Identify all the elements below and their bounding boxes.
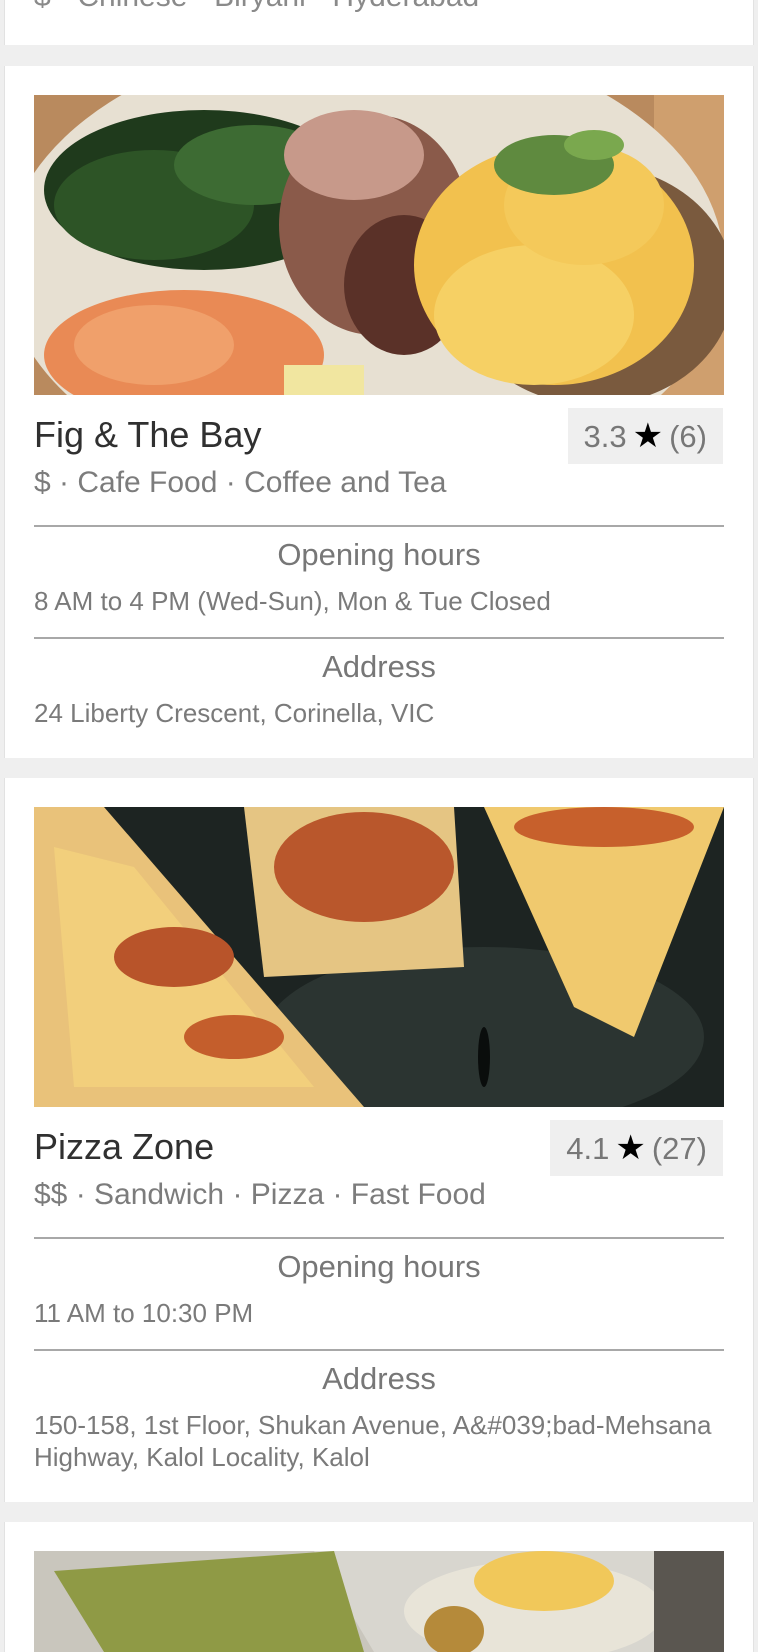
- breakfast-plate-photo[interactable]: [34, 95, 724, 395]
- restaurant-card[interactable]: Pizza Zone 4.1 ★ (27) $$ · Sandwich · Pizz…: [4, 778, 754, 1502]
- rating-badge: 3.3 ★ (6): [567, 408, 723, 464]
- divider: [34, 1349, 724, 1351]
- divider: [34, 525, 724, 527]
- divider: [34, 637, 724, 639]
- restaurant-tags: $ · Cafe Food · Coffee and Tea: [34, 466, 447, 499]
- address-heading: Address: [322, 1361, 436, 1396]
- opening-hours-heading: Opening hours: [277, 1249, 481, 1284]
- star-icon: ★: [632, 417, 664, 455]
- opening-hours-text: 8 AM to 4 PM (Wed-Sun), Mon & Tue Closed: [34, 586, 551, 616]
- rating-score: 3.3: [583, 419, 627, 454]
- restaurant-card-partial-top[interactable]: $ · Chinese · Biryani · Hyderabad: [4, 0, 754, 45]
- restaurant-tags: $ · Chinese · Biryani · Hyderabad: [34, 0, 479, 14]
- restaurant-name[interactable]: Pizza Zone: [34, 1126, 214, 1168]
- address-text: 150-158, 1st Floor, Shukan Avenue, A&#03…: [34, 1410, 712, 1472]
- address-heading: Address: [322, 649, 436, 684]
- rating-count: (27): [651, 1131, 707, 1166]
- restaurant-card[interactable]: Fig & The Bay 3.3 ★ (6) $ · Cafe Food · Co…: [4, 66, 754, 758]
- divider: [34, 1237, 724, 1239]
- rating-count: (6): [669, 419, 707, 454]
- opening-hours-heading: Opening hours: [277, 537, 481, 572]
- pizza-slices-photo[interactable]: [34, 807, 724, 1107]
- opening-hours-text: 11 AM to 10:30 PM: [34, 1298, 254, 1328]
- address-text: 24 Liberty Crescent, Corinella, VIC: [34, 698, 435, 728]
- rating-score: 4.1: [566, 1131, 610, 1166]
- cafe-table-photo[interactable]: [34, 1551, 724, 1652]
- restaurant-tags: $$ · Sandwich · Pizza · Fast Food: [34, 1178, 486, 1211]
- star-icon: ★: [615, 1129, 646, 1167]
- restaurant-name[interactable]: Fig & The Bay: [34, 414, 261, 456]
- rating-badge: 4.1 ★ (27): [550, 1120, 723, 1176]
- restaurant-card-partial-bottom[interactable]: [4, 1522, 754, 1652]
